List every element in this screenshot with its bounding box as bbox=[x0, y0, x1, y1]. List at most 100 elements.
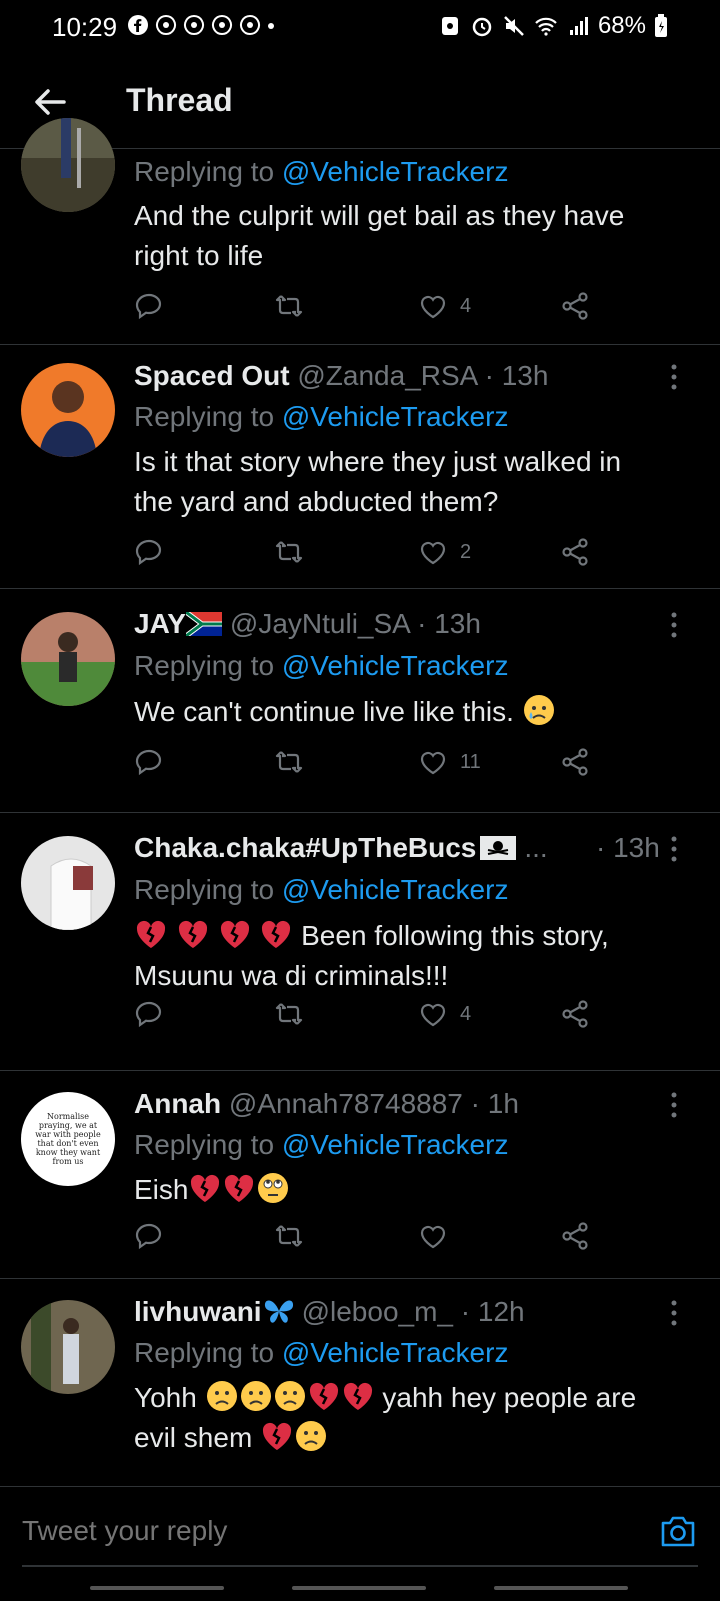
butterfly-emoji-icon bbox=[264, 1300, 293, 1323]
battery-percent: 68% bbox=[597, 12, 646, 39]
replying-handle-link[interactable]: @VehicleTrackerz bbox=[282, 650, 509, 681]
more-options-button[interactable] bbox=[668, 362, 680, 392]
avatar[interactable] bbox=[21, 836, 115, 930]
share-button[interactable] bbox=[560, 288, 590, 324]
camera-button[interactable] bbox=[658, 1511, 698, 1551]
sad-relieved-face-emoji-icon bbox=[523, 695, 554, 725]
share-button[interactable] bbox=[560, 744, 590, 780]
frowning-face-emoji-icon bbox=[296, 1421, 327, 1451]
avatar[interactable] bbox=[21, 1300, 115, 1394]
tweet-reply-input[interactable] bbox=[22, 1515, 622, 1547]
share-icon bbox=[562, 748, 588, 776]
nav-recents-handle[interactable] bbox=[90, 1586, 224, 1590]
back-arrow-icon bbox=[35, 89, 66, 115]
south-africa-flag-icon bbox=[184, 610, 222, 638]
like-button[interactable]: 4 bbox=[418, 996, 471, 1032]
share-button[interactable] bbox=[560, 996, 590, 1032]
tweet-actions: 4 bbox=[134, 288, 614, 324]
facebook-icon bbox=[127, 14, 149, 36]
nav-back-handle[interactable] bbox=[494, 1586, 628, 1590]
retweet-icon bbox=[275, 1225, 303, 1247]
user-handle[interactable]: @Annah78748887 bbox=[229, 1088, 463, 1119]
user-handle[interactable]: @leboo_m_ bbox=[302, 1296, 453, 1327]
avatar[interactable]: Normalise praying, we at war with people… bbox=[21, 1092, 115, 1186]
camera-icon bbox=[661, 1516, 695, 1547]
display-name[interactable]: Spaced Out bbox=[134, 360, 290, 391]
tweet-actions: 4 bbox=[134, 996, 614, 1032]
display-name[interactable]: livhuwani bbox=[134, 1296, 262, 1327]
more-options-button[interactable] bbox=[668, 834, 680, 864]
reply-button[interactable] bbox=[134, 534, 164, 570]
page-title: Thread bbox=[126, 82, 233, 118]
user-handle[interactable]: @Zanda_RSA bbox=[297, 360, 476, 391]
frowning-face-emoji-icon bbox=[206, 1381, 237, 1411]
tweet[interactable]: livhuwani @leboo_m_ · 12h Replying to @Ve… bbox=[0, 1278, 720, 1486]
signal-icon bbox=[566, 14, 590, 38]
replying-to: Replying to @VehicleTrackerz bbox=[134, 1337, 509, 1368]
retweet-button[interactable] bbox=[274, 534, 304, 570]
like-button[interactable] bbox=[418, 1218, 460, 1254]
retweet-button[interactable] bbox=[274, 996, 304, 1032]
like-button[interactable]: 4 bbox=[418, 288, 471, 324]
more-vertical-icon bbox=[671, 364, 677, 390]
reply-icon bbox=[135, 293, 162, 320]
avatar[interactable] bbox=[21, 118, 115, 212]
replying-handle-link[interactable]: @VehicleTrackerz bbox=[282, 156, 509, 187]
app-notification-icon bbox=[239, 14, 261, 36]
timestamp: 13h bbox=[501, 360, 549, 391]
replying-handle-link[interactable]: @VehicleTrackerz bbox=[282, 1337, 509, 1368]
tweet[interactable]: Normalise praying, we at war with people… bbox=[0, 1070, 720, 1279]
reply-button[interactable] bbox=[134, 744, 164, 780]
tweet[interactable]: JAY @JayNtuli_SA · 13h Replying to @Vehic… bbox=[0, 588, 720, 813]
reply-button[interactable] bbox=[134, 996, 164, 1032]
replying-handle-link[interactable]: @VehicleTrackerz bbox=[282, 874, 509, 905]
share-icon bbox=[562, 1222, 588, 1250]
more-vertical-icon bbox=[671, 1092, 677, 1118]
avatar[interactable] bbox=[21, 612, 115, 706]
nav-home-handle[interactable] bbox=[292, 1586, 426, 1590]
frowning-face-emoji-icon bbox=[274, 1381, 305, 1411]
tweet-meta: Spaced Out @Zanda_RSA · 13h bbox=[134, 360, 549, 391]
replying-handle-link[interactable]: @VehicleTrackerz bbox=[282, 401, 509, 432]
back-button[interactable] bbox=[30, 82, 70, 122]
retweet-button[interactable] bbox=[274, 1218, 304, 1254]
battery-icon bbox=[654, 14, 668, 38]
tweet-time: · 13h bbox=[596, 832, 660, 863]
broken-heart-emoji-icon bbox=[225, 1174, 254, 1202]
tweet-meta: JAY @JayNtuli_SA · 13h bbox=[134, 608, 481, 639]
user-handle[interactable]: @JayNtuli_SA bbox=[230, 608, 409, 639]
more-options-button[interactable] bbox=[668, 1090, 680, 1120]
timestamp: 1h bbox=[487, 1088, 519, 1119]
display-name[interactable]: Annah bbox=[134, 1088, 221, 1119]
display-name[interactable]: JAY bbox=[134, 608, 186, 639]
system-nav-bar bbox=[0, 1580, 720, 1600]
replying-handle-link[interactable]: @VehicleTrackerz bbox=[282, 1129, 509, 1160]
tweet-meta: livhuwani @leboo_m_ · 12h bbox=[134, 1296, 525, 1327]
like-button[interactable]: 11 bbox=[418, 744, 481, 780]
tweet[interactable]: Replying to @VehicleTrackerz And the cul… bbox=[0, 118, 720, 345]
tweet-text: Been following this story, Msuunu wa di … bbox=[134, 916, 694, 996]
reply-button[interactable] bbox=[134, 1218, 164, 1254]
tweet-actions: 11 bbox=[134, 744, 614, 780]
avatar[interactable] bbox=[21, 363, 115, 457]
timestamp: 13h bbox=[613, 832, 660, 863]
timestamp: 12h bbox=[477, 1296, 525, 1327]
retweet-button[interactable] bbox=[274, 744, 304, 780]
status-bar: 10:29 68% bbox=[0, 0, 720, 56]
share-button[interactable] bbox=[560, 1218, 590, 1254]
display-name[interactable]: Chaka.chaka#UpTheBucs bbox=[134, 832, 476, 863]
reply-icon bbox=[135, 1001, 162, 1028]
retweet-button[interactable] bbox=[274, 288, 304, 324]
app-notification-icon bbox=[155, 14, 177, 36]
replying-to: Replying to @VehicleTrackerz bbox=[134, 874, 509, 905]
heart-icon bbox=[420, 1003, 446, 1027]
tweet[interactable]: Spaced Out @Zanda_RSA · 13h Replying to … bbox=[0, 344, 720, 589]
like-button[interactable]: 2 bbox=[418, 534, 471, 570]
more-options-button[interactable] bbox=[668, 610, 680, 640]
broken-heart-emoji-icon bbox=[220, 920, 249, 948]
more-options-button[interactable] bbox=[668, 1298, 680, 1328]
tweet[interactable]: Chaka.chaka#UpTheBucs... · 13h Replying … bbox=[0, 812, 720, 1071]
heart-icon bbox=[420, 751, 446, 775]
share-button[interactable] bbox=[560, 534, 590, 570]
reply-button[interactable] bbox=[134, 288, 164, 324]
